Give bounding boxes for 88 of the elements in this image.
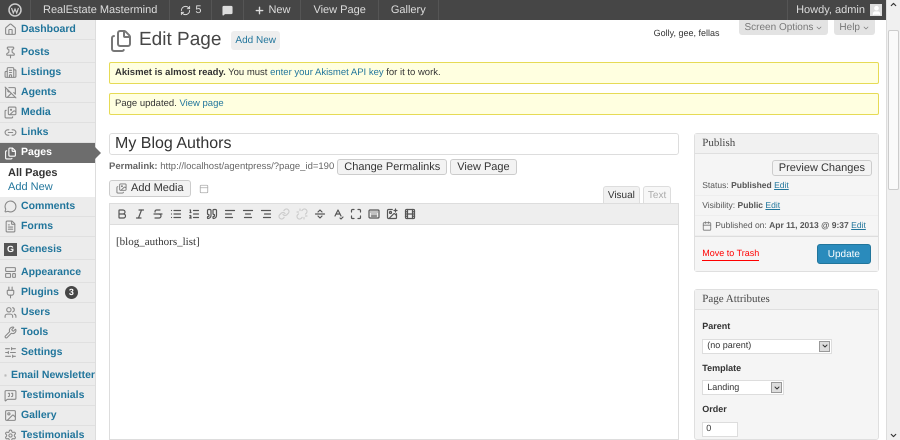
notice-link[interactable]: View page bbox=[179, 98, 224, 109]
title-field[interactable]: My Blog Authors bbox=[109, 133, 680, 155]
field-label: Parent bbox=[702, 320, 732, 333]
menu-item[interactable]: Plugins 3 bbox=[0, 283, 95, 303]
wrench-icon bbox=[4, 326, 17, 339]
more-tag-icon[interactable] bbox=[314, 208, 326, 220]
menu-item[interactable]: Pages bbox=[0, 143, 95, 163]
screen-options-tab[interactable]: Screen Options bbox=[739, 20, 828, 35]
speech-bubble-icon bbox=[4, 200, 17, 213]
pages-icon bbox=[109, 28, 133, 52]
notice-text: Akismet is almost ready. You must enter your Akismet API key for it to work. bbox=[115, 66, 441, 80]
editor-content: [blog_authors_list] bbox=[116, 236, 200, 248]
image-icon bbox=[4, 409, 17, 422]
notice-link[interactable]: enter your Akismet API key bbox=[270, 66, 384, 78]
submenu-item[interactable]: All Pages bbox=[0, 166, 95, 180]
editor-body[interactable]: [blog_authors_list] bbox=[109, 225, 680, 440]
toolbar-toggle-icon[interactable] bbox=[368, 208, 380, 220]
scroll-up-icon[interactable] bbox=[889, 0, 898, 9]
logo-icon[interactable] bbox=[8, 3, 22, 17]
video-icon[interactable] bbox=[404, 208, 416, 220]
submenu-item[interactable]: Add New bbox=[0, 180, 95, 194]
tagline: Golly, gee, fellas bbox=[654, 27, 720, 40]
new-link[interactable]: New bbox=[244, 0, 302, 20]
strikethrough-icon[interactable] bbox=[152, 208, 164, 220]
page-title: Edit Page bbox=[139, 28, 222, 52]
pages-icon bbox=[4, 146, 17, 160]
italic-icon[interactable] bbox=[134, 208, 146, 220]
add-media-button[interactable]: Add Media bbox=[109, 180, 191, 197]
quote-bubble-icon bbox=[4, 389, 17, 402]
preview-changes-button[interactable]: Preview Changes bbox=[772, 160, 872, 176]
scrollbar[interactable] bbox=[886, 0, 900, 440]
calendar-icon bbox=[702, 220, 712, 230]
permalink-text: Permalink: http://localhost/agentpress/?page_id=190 bbox=[109, 160, 334, 174]
admin-bar-link[interactable]: View Page bbox=[301, 0, 379, 20]
spellcheck-icon[interactable] bbox=[332, 208, 344, 220]
editor-tab[interactable]: Visual bbox=[602, 186, 640, 203]
form-icon bbox=[4, 220, 17, 233]
admin-bar-link[interactable]: Gallery bbox=[378, 0, 439, 20]
house-icon bbox=[4, 23, 17, 36]
update-button[interactable]: Update bbox=[816, 244, 871, 264]
fullscreen-icon[interactable] bbox=[350, 208, 362, 220]
box-title: Publish bbox=[702, 136, 736, 152]
comment-icon[interactable] bbox=[222, 4, 234, 16]
bold-icon[interactable] bbox=[116, 208, 128, 220]
quote-icon[interactable] bbox=[206, 208, 218, 220]
move-to-trash-link[interactable]: Move to Trash bbox=[702, 246, 760, 262]
permalink-button[interactable]: View Page bbox=[450, 159, 517, 175]
bulleted-list-icon[interactable] bbox=[170, 208, 182, 220]
status-text: Status: Published Edit bbox=[702, 179, 789, 192]
pushpin-icon bbox=[4, 46, 17, 59]
building-icon bbox=[4, 66, 17, 79]
help-tab[interactable]: Help bbox=[834, 20, 875, 35]
scroll-thumb[interactable] bbox=[888, 30, 899, 190]
select-field[interactable]: Landing bbox=[702, 380, 784, 395]
permalink-button[interactable]: Change Permalinks bbox=[337, 159, 448, 175]
edit-link[interactable]: Edit bbox=[765, 200, 780, 210]
avatar-icon bbox=[870, 4, 882, 16]
notice-text: Page updated. View page bbox=[115, 96, 224, 111]
broken-image-icon bbox=[4, 86, 17, 99]
refresh-icon bbox=[180, 4, 192, 16]
input-field[interactable]: 0 bbox=[702, 422, 738, 436]
field-label: Order bbox=[702, 403, 728, 416]
layout-icon bbox=[4, 266, 17, 279]
edit-link[interactable]: Edit bbox=[774, 180, 789, 190]
users-icon bbox=[4, 306, 17, 319]
plus-icon bbox=[254, 4, 266, 16]
media-icon bbox=[116, 183, 127, 194]
greeting-link[interactable]: Howdy, admin bbox=[796, 2, 865, 18]
status-text: Published on: Apr 11, 2013 @ 9:37 Edit bbox=[715, 219, 866, 232]
images-icon bbox=[4, 106, 17, 119]
select-field[interactable]: (no parent) bbox=[702, 338, 832, 354]
plug-icon bbox=[4, 286, 17, 299]
align-center-icon[interactable] bbox=[242, 208, 254, 220]
edit-link[interactable]: Edit bbox=[851, 220, 866, 230]
updates-link[interactable]: 5 bbox=[170, 0, 212, 20]
numbered-list-icon[interactable] bbox=[188, 208, 200, 220]
scroll-down-icon[interactable] bbox=[889, 431, 898, 440]
status-text: Visibility: Public Edit bbox=[702, 199, 780, 212]
add-new-button[interactable]: Add New bbox=[231, 31, 280, 50]
align-left-icon[interactable] bbox=[224, 208, 236, 220]
sliders-icon bbox=[4, 346, 17, 359]
count-badge: 3 bbox=[64, 286, 78, 299]
genesis-logo-icon: G bbox=[4, 243, 17, 256]
image-icon[interactable] bbox=[386, 208, 398, 220]
menu-item[interactable]: G Genesis bbox=[0, 240, 95, 260]
box-title: Page Attributes bbox=[702, 292, 770, 308]
field-label: Template bbox=[702, 362, 742, 375]
align-right-icon[interactable] bbox=[260, 208, 272, 220]
